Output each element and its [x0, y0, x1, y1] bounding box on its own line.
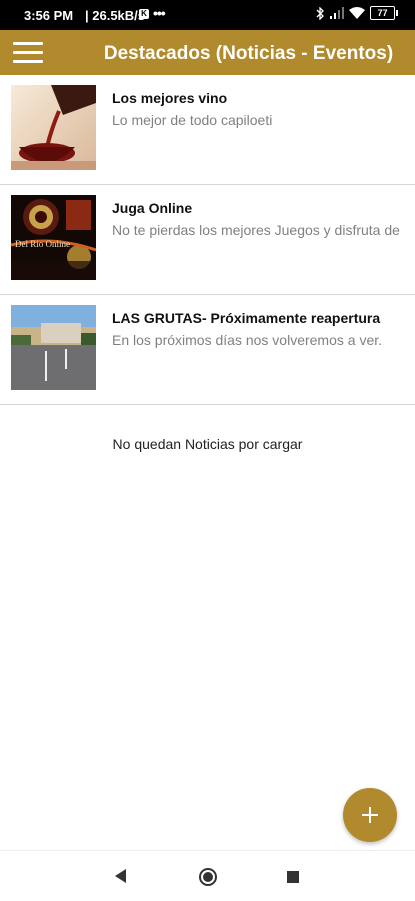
status-time: 3:56 PM	[24, 8, 74, 23]
news-description: No te pierdas los mejores Juegos y disfr…	[112, 222, 400, 238]
app-bar: Destacados (Noticias - Eventos)	[0, 30, 415, 75]
add-button[interactable]	[343, 788, 397, 842]
page-title: Destacados (Noticias - Eventos)	[103, 43, 394, 64]
signal-icon	[330, 7, 344, 19]
news-list: Los mejores vino Lo mejor de todo capilo…	[0, 75, 415, 405]
more-notifications-icon: •••	[153, 5, 166, 21]
news-item[interactable]: Del Rio Online Juga Online No te pierdas…	[0, 185, 415, 295]
wine-pour-image	[11, 85, 96, 170]
news-item[interactable]: Los mejores vino Lo mejor de todo capilo…	[0, 75, 415, 185]
news-item[interactable]: LAS GRUTAS- Próximamente reapertura En l…	[0, 295, 415, 405]
no-more-news-message: No quedan Noticias por cargar	[112, 436, 303, 452]
news-description: En los próximos días nos volveremos a ve…	[112, 332, 383, 348]
hamburger-menu-icon[interactable]	[13, 42, 43, 64]
wifi-icon	[349, 7, 365, 19]
notification-badge-icon: K	[139, 9, 149, 19]
status-bar: 3:56 PM | 26.5kB/s K ••• 77	[0, 0, 415, 30]
recents-square-icon[interactable]	[287, 871, 299, 883]
news-title: Los mejores vino	[112, 90, 228, 106]
back-triangle-icon[interactable]	[113, 868, 127, 884]
news-title: Juga Online	[112, 200, 193, 216]
casino-image-caption: Del Rio Online	[15, 239, 70, 249]
bluetooth-icon	[316, 6, 324, 20]
beach-town-street-image	[11, 305, 96, 390]
home-circle-icon[interactable]	[198, 867, 218, 887]
news-description: Lo mejor de todo capiloeti	[112, 112, 273, 128]
status-icons: 77	[316, 6, 398, 20]
battery-icon: 77	[370, 6, 398, 20]
status-network-speed: | 26.5kB/s	[85, 8, 146, 23]
news-title: LAS GRUTAS- Próximamente reapertura	[112, 310, 381, 326]
casino-online-image: Del Rio Online	[11, 195, 96, 280]
system-nav-bar	[0, 850, 415, 901]
